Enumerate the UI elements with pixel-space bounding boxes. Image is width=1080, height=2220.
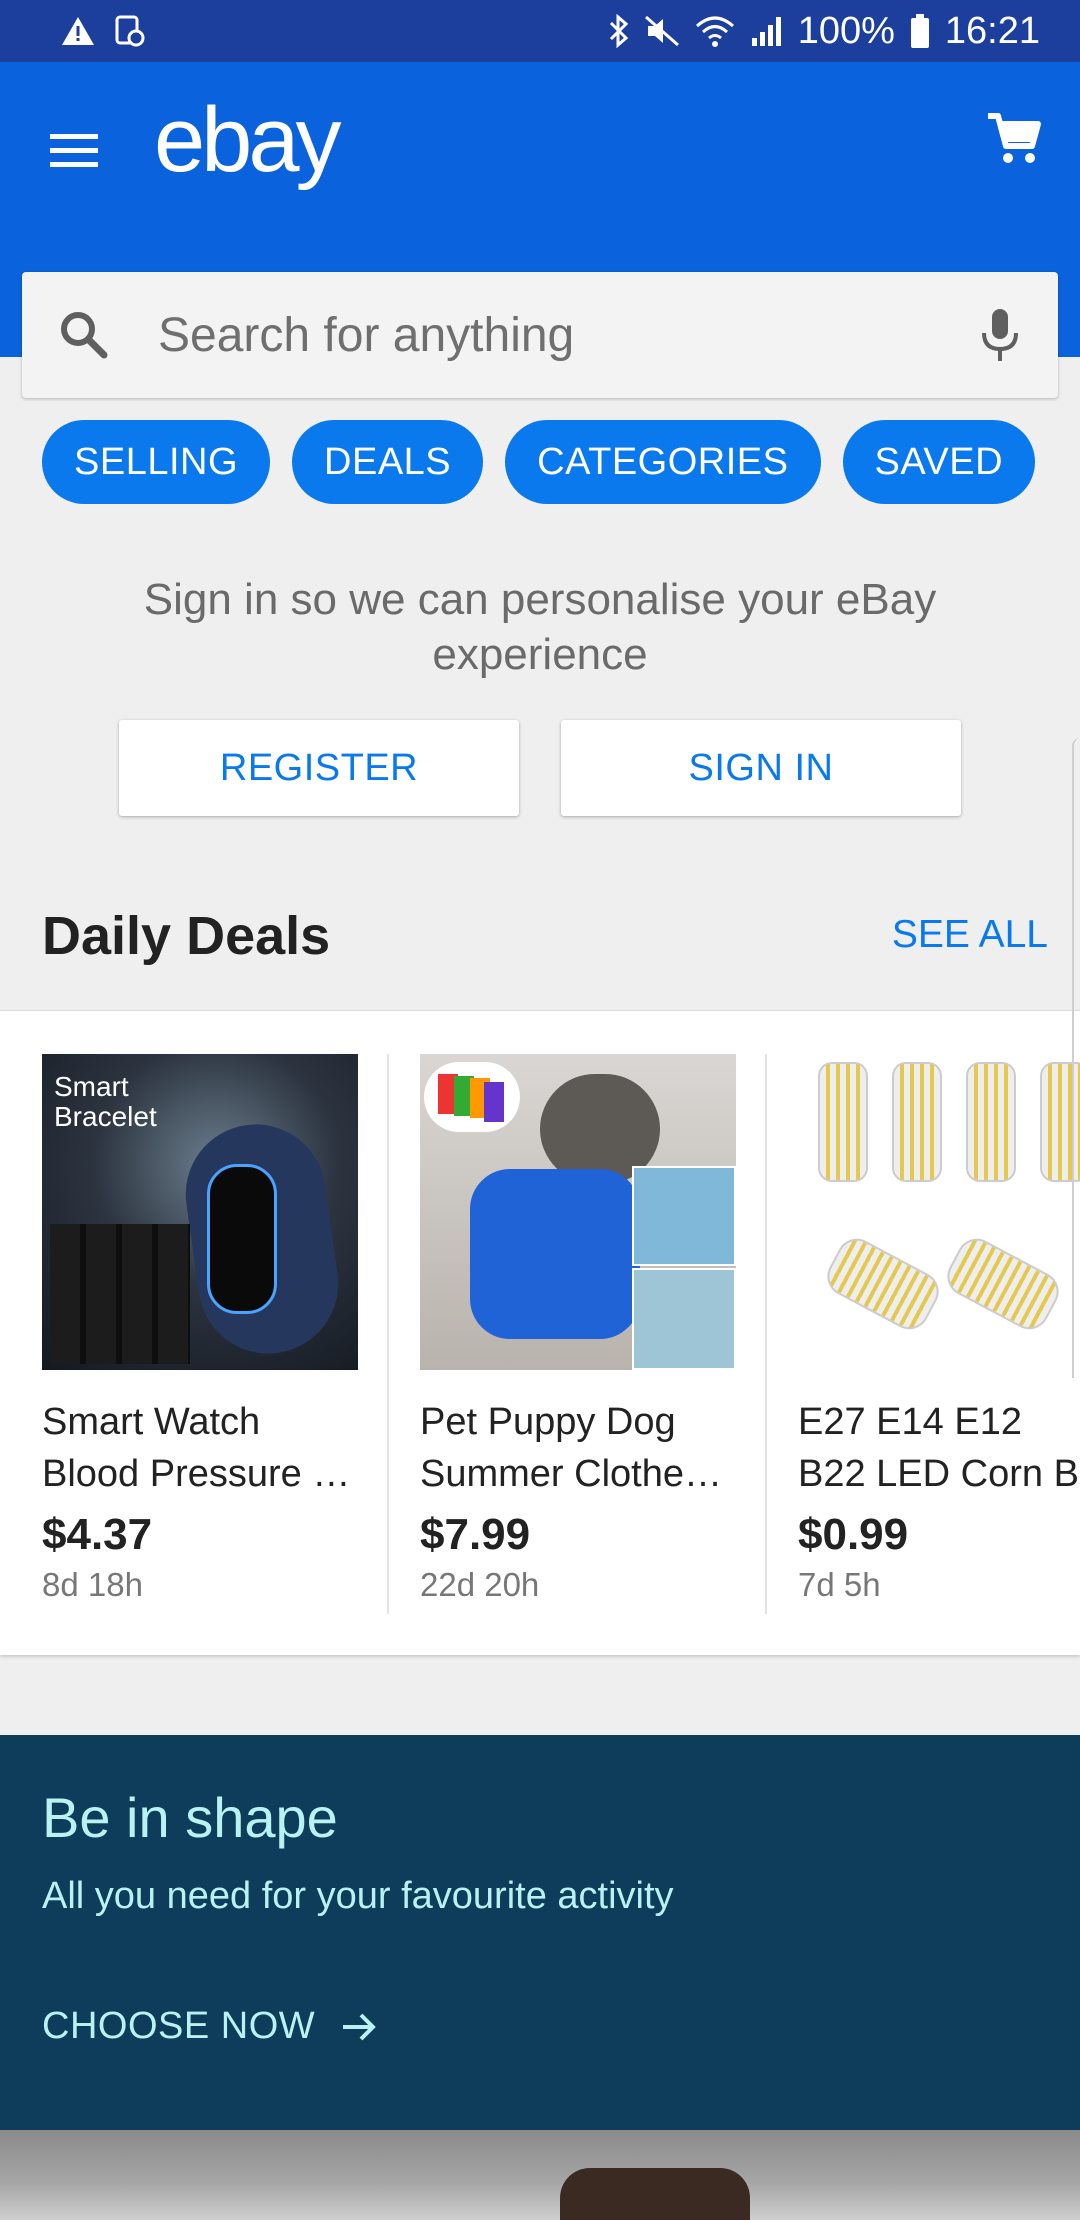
wifi-icon [695, 16, 734, 47]
sign-in-button[interactable]: SIGN IN [561, 720, 961, 816]
inset-photo [632, 1166, 736, 1266]
deal-title-line: E27 E14 E12 [798, 1401, 1022, 1443]
deal-item-pet-puppy[interactable]: Pet Puppy Dog Summer Clothe… $7.99 22d 2… [420, 1054, 736, 1614]
deal-image[interactable] [420, 1054, 736, 1370]
deal-title-line: Blood Pressure … [42, 1453, 351, 1495]
arrow-right-icon [343, 2013, 376, 2040]
deal-image[interactable] [798, 1054, 1080, 1370]
battery-icon [910, 14, 929, 48]
photo-figure-shape [560, 2168, 750, 2220]
quick-links: SELLING DEALS CATEGORIES SAVED [42, 420, 1036, 504]
deal-title-line: Pet Puppy Dog [420, 1401, 676, 1443]
signin-message: Sign in so we can personalise your eBay … [143, 575, 937, 679]
promo-title: Be in shape [42, 1786, 338, 1849]
deal-time-left: 7d 5h [798, 1566, 881, 1603]
deal-title-line: Smart Watch [42, 1401, 261, 1443]
see-all-link[interactable]: SEE ALL [892, 913, 1048, 957]
clock: 16:21 [944, 9, 1040, 52]
daily-deals-title: Daily Deals [42, 906, 331, 966]
inset-photo [632, 1268, 736, 1370]
warning-icon [62, 17, 94, 45]
hamburger-menu-icon[interactable] [46, 122, 102, 178]
deal-time-left: 22d 20h [420, 1566, 540, 1603]
scrollbar [1072, 738, 1080, 1378]
search-icon [61, 312, 108, 359]
chip-selling[interactable]: SELLING [42, 420, 271, 504]
color-swatches [424, 1062, 520, 1132]
divider [387, 1054, 389, 1614]
deal-title-line: B22 LED Corn B [798, 1453, 1079, 1495]
screenshot-icon [115, 15, 145, 47]
watch-screen-shape [207, 1164, 277, 1314]
register-button[interactable]: REGISTER [119, 720, 519, 816]
cart-icon[interactable] [984, 108, 1044, 168]
bulb-shape [818, 1062, 868, 1182]
chip-saved[interactable]: SAVED [842, 420, 1036, 504]
ebay-logo[interactable]: ebay [154, 88, 341, 193]
deal-image[interactable]: Smart Bracelet [42, 1054, 358, 1370]
dog-shirt-shape [470, 1169, 640, 1339]
promo-subtitle: All you need for your favourite activity [42, 1875, 674, 1917]
promo-banner[interactable]: Be in shape All you need for your favour… [0, 1735, 1080, 2130]
bulb-shape [940, 1231, 1066, 1337]
deal-item-smart-watch[interactable]: Smart Bracelet Smart Watch Blood Pressur… [42, 1054, 358, 1614]
battery-percent: 100% [797, 9, 895, 52]
promo-image[interactable] [0, 2130, 1080, 2220]
choose-now-label: CHOOSE NOW [42, 2005, 316, 2047]
deal-price: $4.37 [42, 1510, 153, 1559]
watch-grid-shape [50, 1224, 190, 1364]
deal-image-caption: Smart Bracelet [54, 1071, 157, 1132]
bluetooth-icon [609, 14, 628, 48]
divider [765, 1054, 767, 1614]
bulb-shape [966, 1062, 1016, 1182]
bulb-shape [820, 1231, 946, 1337]
search-bar[interactable] [22, 272, 1058, 398]
deal-title-line: Summer Clothe… [420, 1453, 722, 1495]
app-bar: ebay [0, 62, 1080, 398]
bulb-shape [892, 1062, 942, 1182]
chip-deals[interactable]: DEALS [292, 420, 484, 504]
microphone-icon[interactable] [976, 305, 1024, 365]
choose-now-button[interactable]: CHOOSE NOW [42, 2005, 379, 2048]
deal-item-led-corn-bulb[interactable]: E27 E14 E12 B22 LED Corn B $0.99 7d 5h [798, 1054, 1080, 1614]
status-bar: 100% 16:21 [0, 0, 1080, 62]
daily-deals-carousel[interactable]: Smart Bracelet Smart Watch Blood Pressur… [0, 1010, 1080, 1655]
deal-price: $7.99 [420, 1510, 531, 1559]
chip-categories[interactable]: CATEGORIES [505, 420, 821, 504]
deal-price: $0.99 [798, 1510, 909, 1559]
search-input[interactable] [156, 306, 936, 364]
signal-icon [751, 17, 781, 46]
deal-time-left: 8d 18h [42, 1566, 143, 1603]
mute-icon [644, 15, 679, 47]
